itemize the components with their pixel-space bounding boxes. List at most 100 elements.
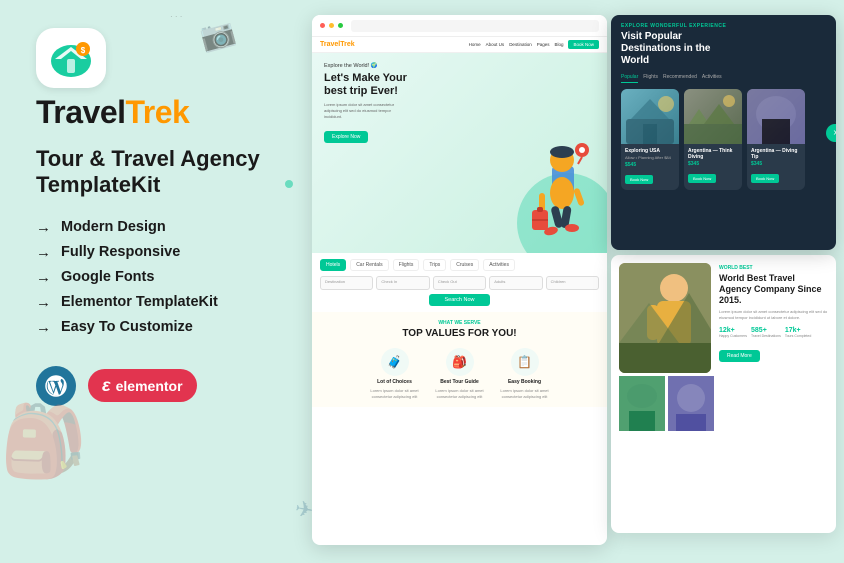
dest-card-3-btn[interactable]: Book Now [751, 174, 779, 183]
feature-label: Easy To Customize [61, 319, 193, 335]
agency-small-image-1 [619, 376, 665, 431]
teal-circle-2 [285, 180, 293, 188]
dest-card-1-info: Exploring USA Allow • Planning After $84… [621, 144, 679, 190]
nav-about: About Us [486, 42, 505, 47]
badges-row: ε elementor [36, 366, 280, 406]
feature-label: Google Fonts [61, 269, 154, 285]
stat-destinations: 585+ Travel Destinations [751, 327, 781, 338]
values-card-2: 🎒 Best Tour Guide Lorem ipsum dolor sit … [430, 348, 490, 399]
tab-cruises[interactable]: Cruises [450, 259, 479, 271]
hero-cta-btn[interactable]: Explore Now [324, 131, 368, 143]
stat-tours: 17k+ Tours Completed [785, 327, 811, 338]
dest-cards: Exploring USA Allow • Planning After $84… [611, 89, 836, 190]
dest-card-3-info: Argentina — Diving Tip $345 Book Now [747, 144, 805, 189]
checkout-field[interactable]: Check Out [433, 276, 486, 290]
destination-label: Destination [321, 277, 372, 286]
dest-img-3 [747, 89, 805, 144]
wordpress-badge [36, 366, 76, 406]
agency-panel: WORLD BEST World Best Travel Agency Comp… [611, 255, 836, 533]
dest-tabs: Popular Flights Recommended Activities [611, 72, 836, 83]
left-panel: · · · 📷 $ TravelTrek Tour & Travel Agenc… [0, 0, 310, 563]
agency-text: WORLD BEST World Best Travel Agency Comp… [711, 255, 836, 533]
values-section: WHAT WE SERVE TOP VALUES FOR YOU! 🧳 Lot … [312, 312, 607, 407]
stat-destinations-num: 585+ [751, 327, 781, 334]
dest-tab-popular[interactable]: Popular [621, 72, 638, 83]
nav-pages: Pages [537, 42, 550, 47]
dest-card-3: Argentina — Diving Tip $345 Book Now [747, 89, 805, 190]
values-title: TOP VALUES FOR YOU! [320, 328, 599, 340]
search-section: Hotels Car Rentals Flights Trips Cruises… [312, 253, 607, 312]
dest-card-1-name: Exploring USA [625, 148, 675, 154]
search-fields: Destination Check In Check Out Adults Ch… [320, 276, 599, 290]
agency-images [611, 255, 711, 533]
hero-desc: Lorem ipsum dolor sit amet consectetur a… [324, 102, 404, 119]
arrow-icon: → [36, 294, 51, 311]
tab-flights[interactable]: Flights [393, 259, 420, 271]
logo-icon-wrapper: $ [36, 28, 106, 88]
nav-destination: Destination [509, 42, 532, 47]
agency-title: World Best Travel Agency Company Since 2… [719, 273, 828, 305]
browser-url-bar [351, 20, 599, 32]
dest-tab-activities[interactable]: Activities [702, 72, 722, 83]
dest-pretitle: EXPLORE WONDERFUL EXPERIENCE [621, 23, 826, 29]
agency-pretitle: WORLD BEST [719, 265, 828, 271]
feature-item: → Fully Responsive [36, 244, 280, 261]
dest-card-1: Exploring USA Allow • Planning After $84… [621, 89, 679, 190]
right-panel: TravelTrek Home About Us Destination Pag… [304, 0, 844, 563]
choices-desc: Lorem ipsum dolor sit amet consectetur a… [365, 388, 425, 399]
browser-main-mockup: TravelTrek Home About Us Destination Pag… [312, 15, 607, 545]
choices-icon: 🧳 [381, 348, 409, 376]
children-field[interactable]: Children [546, 276, 599, 290]
agency-small-images [619, 376, 711, 431]
dest-card-2-btn[interactable]: Book Now [688, 174, 716, 183]
dest-img-1 [621, 89, 679, 144]
dest-tab-flights[interactable]: Flights [643, 72, 658, 83]
destination-field[interactable]: Destination [320, 276, 373, 290]
feature-item: → Modern Design [36, 219, 280, 236]
hero-content: Explore the World! 🌍 Let's Make Your bes… [324, 63, 595, 143]
nav-links: Home About Us Destination Pages Blog Boo… [469, 40, 599, 49]
feature-item: → Google Fonts [36, 269, 280, 286]
checkin-label: Check In [377, 277, 428, 286]
stat-customers-label: Happy Customers [719, 334, 747, 338]
agency-stats: 12k+ Happy Customers 585+ Travel Destina… [719, 327, 828, 338]
dest-card-2-price: $345 [688, 161, 738, 167]
destinations-panel: EXPLORE WONDERFUL EXPERIENCE Visit Popul… [611, 15, 836, 250]
logo-travel: Travel [36, 94, 126, 130]
hero-subtitle: Explore the World! 🌍 [324, 63, 595, 69]
tab-hotels[interactable]: Hotels [320, 259, 346, 271]
checkin-field[interactable]: Check In [376, 276, 429, 290]
feature-label: Modern Design [61, 219, 166, 235]
values-card-3: 📋 Easy Booking Lorem ipsum dolor sit ame… [495, 348, 555, 399]
feature-item: → Elementor TemplateKit [36, 294, 280, 311]
search-button[interactable]: Search Now [429, 294, 491, 306]
dest-header: EXPLORE WONDERFUL EXPERIENCE Visit Popul… [611, 15, 836, 72]
adults-field[interactable]: Adults [489, 276, 542, 290]
tab-activities[interactable]: Activities [483, 259, 515, 271]
dest-card-2-name: Argentina — Think Diving [688, 148, 738, 160]
tab-car-rentals[interactable]: Car Rentals [350, 259, 388, 271]
agency-read-more-btn[interactable]: Read More [719, 350, 760, 362]
nav-home: Home [469, 42, 481, 47]
agency-small-image-2 [668, 376, 714, 431]
logo-container: $ TravelTrek [36, 28, 280, 128]
booking-desc: Lorem ipsum dolor sit amet consectetur a… [495, 388, 555, 399]
tagline-line1: Tour & Travel Agency [36, 146, 260, 171]
dest-card-1-price: $545 [625, 162, 675, 168]
feature-item: → Easy To Customize [36, 319, 280, 336]
tab-trips[interactable]: Trips [423, 259, 446, 271]
traveler-illustration [524, 128, 592, 243]
dest-card-3-name: Argentina — Diving Tip [751, 148, 801, 160]
dest-card-1-btn[interactable]: Book Now [625, 175, 653, 184]
search-btn-row: Search Now [320, 294, 599, 306]
svg-text:$: $ [81, 46, 86, 55]
backpack-decoration: 🎒 [0, 401, 87, 483]
children-label: Children [547, 277, 598, 286]
feature-label: Elementor TemplateKit [61, 294, 218, 310]
browser-dot-red [320, 23, 325, 28]
dest-tab-recommended[interactable]: Recommended [663, 72, 697, 83]
guide-icon: 🎒 [446, 348, 474, 376]
stat-customers-num: 12k+ [719, 327, 747, 334]
logo-text: TravelTrek [36, 96, 189, 128]
adults-label: Adults [490, 277, 541, 286]
